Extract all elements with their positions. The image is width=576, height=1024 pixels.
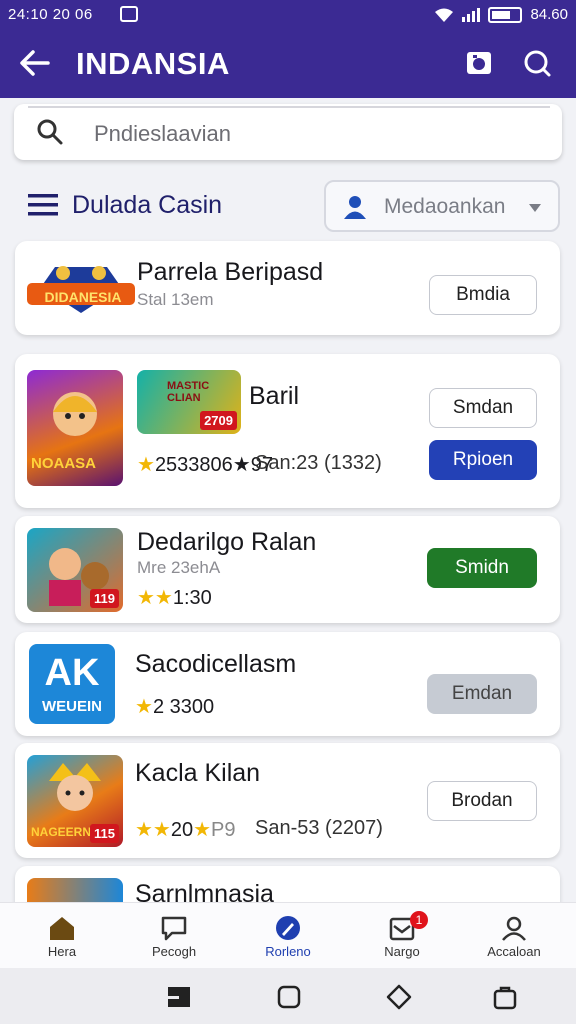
thumbnail-title: MASTIC CLIAN	[167, 380, 210, 404]
app-bar: INDANSIA	[0, 36, 576, 92]
nav-label: Accaloan	[487, 944, 541, 959]
search-input[interactable]: Pndieslaavian	[94, 121, 231, 147]
nav-chat[interactable]: Pecogh	[124, 909, 224, 967]
back-button-icon[interactable]	[386, 984, 412, 1010]
back-arrow-icon[interactable]	[18, 46, 52, 80]
app-logo: AK WEUEIN	[29, 644, 115, 724]
wifi-icon	[435, 8, 454, 22]
install-button[interactable]: Smidn	[427, 548, 537, 588]
signal-icon	[462, 7, 481, 22]
thumbnail-title: NAGEERN	[31, 825, 92, 839]
app-rating: ★★20★P9	[135, 819, 236, 841]
star-icon: ★	[193, 819, 212, 841]
star-icon: ★★	[137, 587, 173, 609]
chat-icon	[161, 916, 187, 941]
app-name: Sacodicellasm	[135, 650, 297, 678]
app-card[interactable]: NOAASA MASTIC CLIAN 2709 Baril ★2533806★…	[15, 354, 560, 508]
star-icon: ★	[135, 696, 153, 718]
menu-icon[interactable]	[28, 192, 58, 218]
disabled-button[interactable]: Emdan	[427, 674, 537, 714]
home-button-icon[interactable]	[276, 984, 302, 1010]
notification-badge: 1	[410, 911, 428, 929]
app-card[interactable]: AK WEUEIN Sacodicellasm ★2 3300 Emdan	[15, 632, 560, 736]
bag-icon[interactable]	[492, 984, 518, 1010]
primary-button[interactable]: Rpioen	[429, 440, 537, 480]
app-logo-text: DIDANESIA	[44, 289, 122, 305]
app-name: Baril	[249, 382, 300, 410]
home-icon	[50, 917, 74, 940]
open-button[interactable]: Brodan	[427, 781, 537, 821]
search-bar[interactable]: Pndieslaavian	[14, 104, 562, 160]
nav-label: Nargo	[384, 944, 420, 959]
app-name: Kacla Kilan	[135, 759, 261, 787]
thumbnail-tag: 2709	[200, 411, 237, 430]
game-thumbnail: MASTIC CLIAN 2709	[137, 370, 241, 434]
thumbnail-tag: 115	[90, 824, 119, 843]
thumbnail-title: NOAASA	[31, 455, 97, 472]
nav-home[interactable]: Hera	[12, 909, 112, 967]
app-logo-subtext: WEUEIN	[42, 698, 102, 715]
recents-icon[interactable]	[166, 984, 192, 1010]
sort-dropdown[interactable]: Medaoankan	[324, 180, 560, 232]
search-icon	[37, 119, 63, 145]
game-thumbnail: 119	[27, 528, 123, 612]
app-name: Dedarilgo Ralan	[137, 528, 317, 556]
chevron-down-icon	[529, 204, 541, 212]
app-rating: ★2 3300	[135, 696, 215, 718]
nav-label: Hera	[47, 944, 77, 959]
nav-account[interactable]: Accaloan	[464, 909, 564, 967]
page-title: INDANSIA	[76, 46, 230, 81]
battery-level: 84.60	[530, 6, 568, 23]
divider	[28, 106, 550, 108]
app-name: Parrela Beripasd	[137, 258, 324, 286]
nav-messages[interactable]: 1 Nargo	[352, 909, 452, 967]
app-card[interactable]: DIDANESIA Parrela Beripasd Stal 13em Bmd…	[15, 241, 560, 335]
game-thumbnail: NAGEERN 115	[27, 755, 123, 847]
app-rating: ★2533806★97	[137, 454, 273, 476]
app-card[interactable]: NAGEERN 115 Kacla Kilan ★★20★P9 San-53 (…	[15, 743, 560, 858]
user-icon	[344, 196, 366, 219]
battery-icon	[488, 6, 523, 23]
category-label: Dulada Casin	[72, 191, 223, 219]
nav-explore[interactable]: Rorleno	[238, 909, 338, 967]
system-navigation	[0, 968, 576, 1024]
star-icon: ★★	[135, 819, 171, 841]
thumbnail-tag: 119	[90, 589, 119, 608]
app-reviews: San:23 (1332)	[255, 452, 382, 474]
app-card[interactable]: 119 Dedarilgo Ralan Mre 23ehA ★★1:30 Smi…	[15, 516, 560, 623]
app-reviews: San-53 (2207)	[255, 817, 383, 839]
status-time: 24:10 20 06	[8, 6, 93, 23]
nav-label: Pecogh	[151, 944, 197, 959]
game-thumbnail: NOAASA	[27, 370, 123, 486]
secondary-button[interactable]: Smdan	[429, 388, 537, 428]
app-subtitle: Stal 13em	[137, 290, 214, 309]
gallery-icon[interactable]	[464, 48, 494, 78]
search-icon[interactable]	[522, 48, 552, 78]
profile-icon	[502, 916, 526, 941]
dropdown-value: Medaoankan	[384, 195, 506, 218]
header: 24:10 20 06 84.60 INDANSIA	[0, 0, 576, 98]
app-logo-text: AK	[44, 652, 100, 694]
open-button[interactable]: Bmdia	[429, 275, 537, 315]
star-icon: ★	[137, 454, 155, 476]
app-rating: ★★1:30	[137, 587, 212, 609]
compass-icon	[276, 916, 300, 940]
app-subtitle: Mre 23ehA	[137, 558, 221, 577]
bottom-navigation: Hera Pecogh Rorleno 1 Nargo Accaloan	[0, 902, 576, 968]
notification-icon	[120, 6, 138, 22]
nav-label: Rorleno	[265, 944, 311, 959]
status-bar: 24:10 20 06 84.60	[0, 0, 576, 30]
